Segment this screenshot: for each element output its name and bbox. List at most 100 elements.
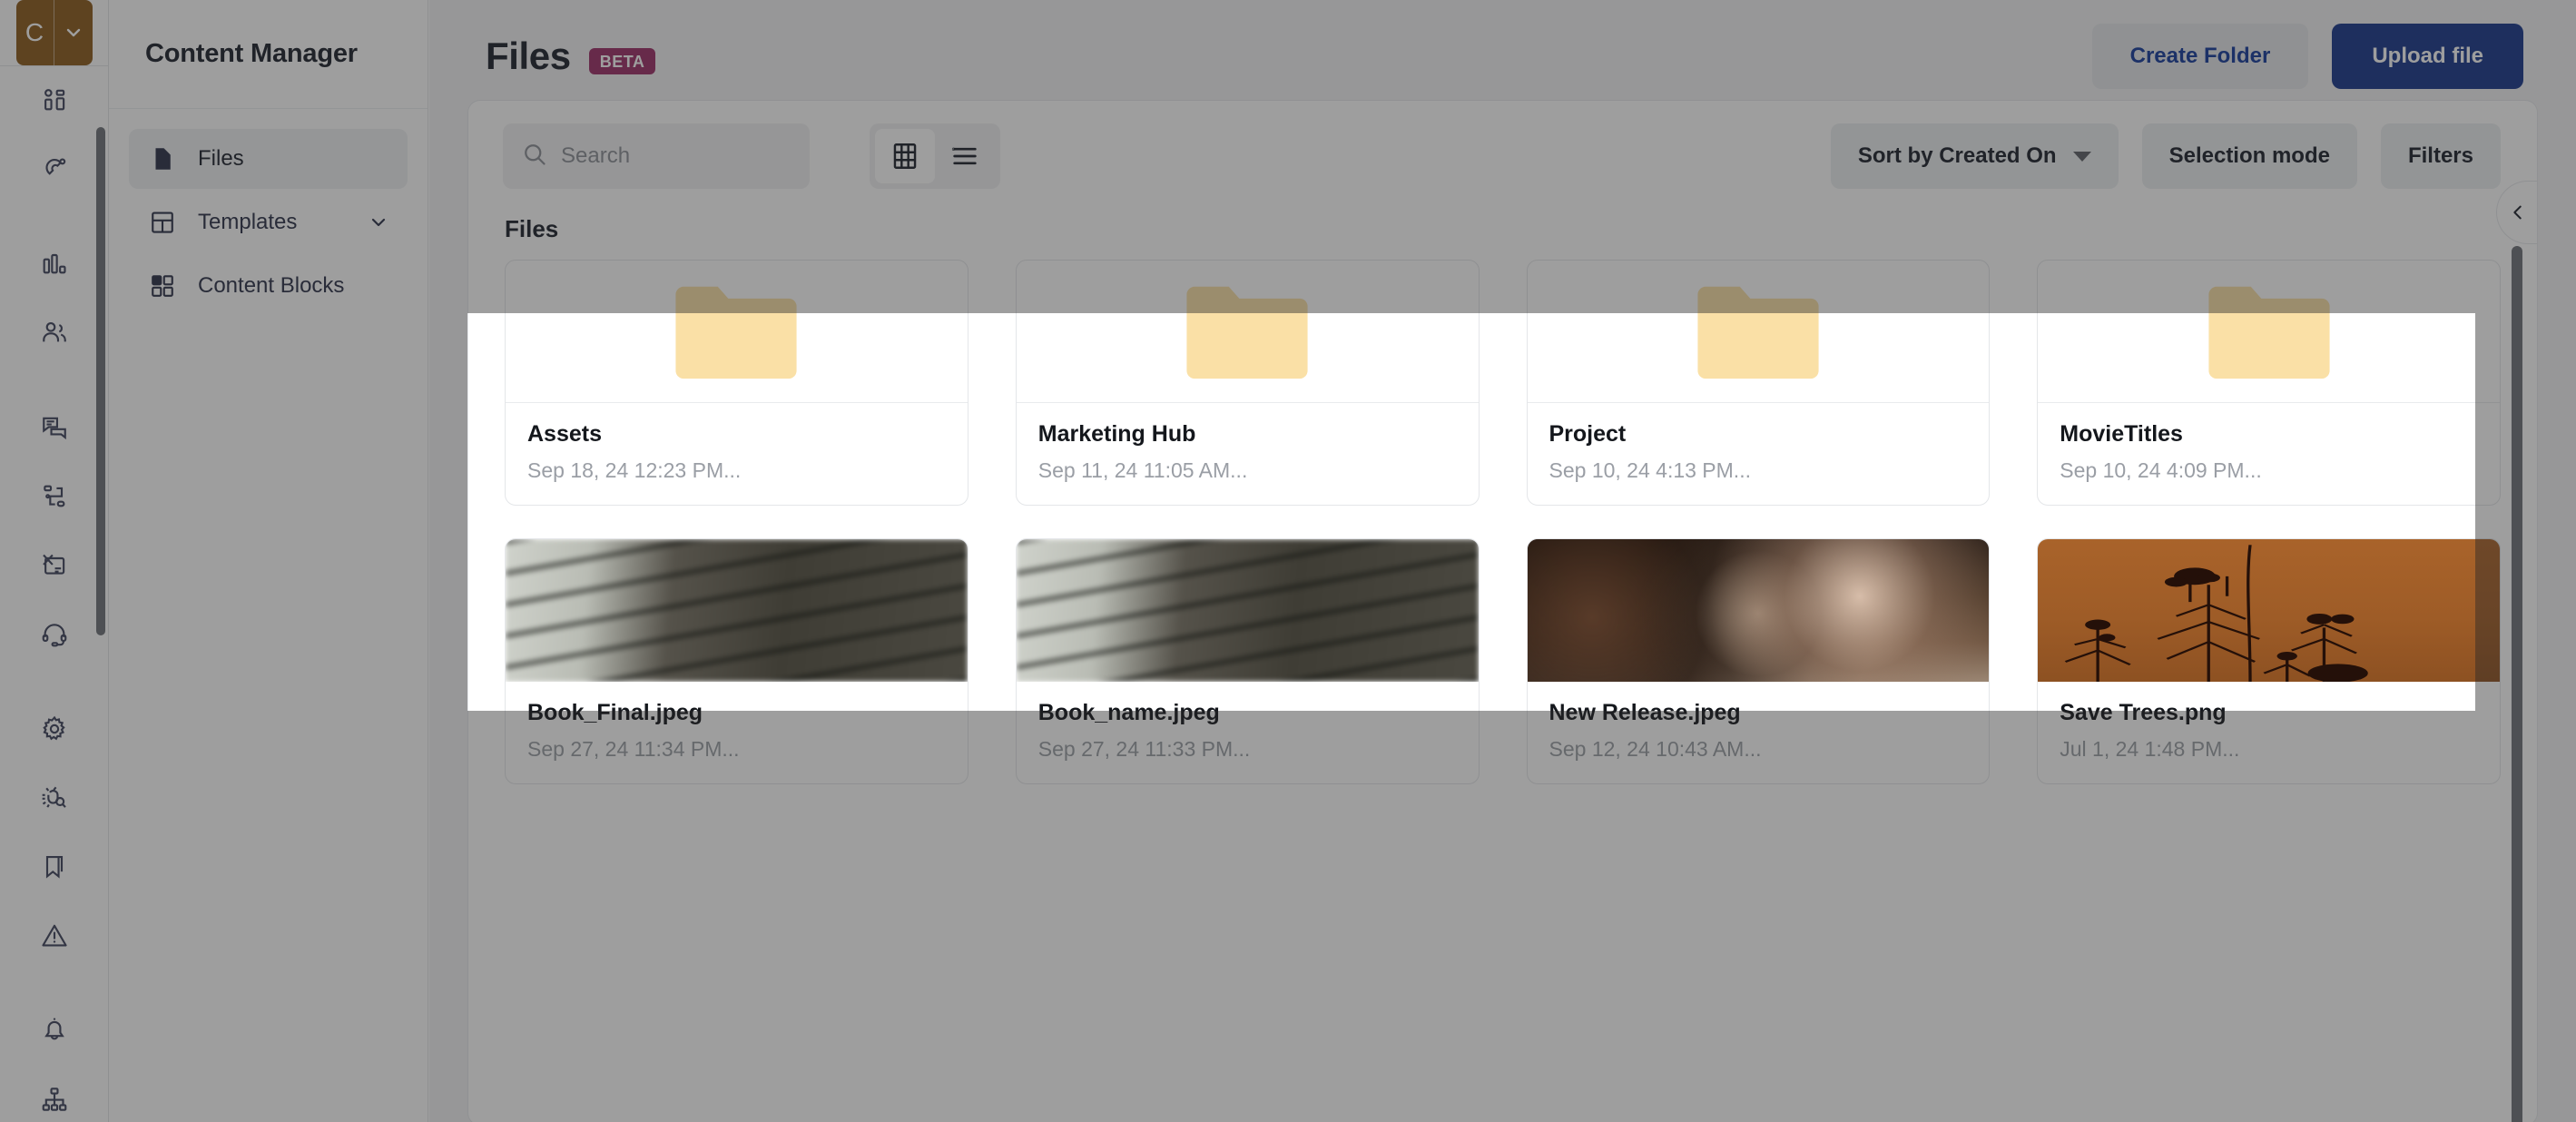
rail-scrollbar[interactable] xyxy=(96,127,105,1117)
audience-icon[interactable] xyxy=(25,304,84,362)
rail-scrollbar-thumb[interactable] xyxy=(96,127,105,635)
grid-view-icon[interactable] xyxy=(875,129,935,183)
file-meta: Book_name.jpeg Sep 27, 24 11:33 PM... xyxy=(1017,682,1479,783)
search-input[interactable] xyxy=(561,143,791,169)
sidebar: Content Manager Files Templates Content … xyxy=(109,0,428,1122)
file-meta: Book_Final.jpeg Sep 27, 24 11:34 PM... xyxy=(506,682,968,783)
sidebar-item-label: Templates xyxy=(198,210,298,234)
sidebar-nav: Files Templates Content Blocks xyxy=(109,109,428,316)
thumbnail-image xyxy=(1016,539,1479,682)
folder-icon xyxy=(675,286,797,379)
filters-button[interactable]: Filters xyxy=(2380,123,2501,189)
sidebar-item-files[interactable]: Files xyxy=(129,129,408,189)
selection-mode-button[interactable]: Selection mode xyxy=(2141,123,2357,189)
file-tile[interactable]: Book_name.jpeg Sep 27, 24 11:33 PM... xyxy=(1015,538,1480,784)
folder-icon xyxy=(1186,286,1308,379)
alert-icon[interactable] xyxy=(25,907,84,965)
file-tile[interactable]: New Release.jpeg Sep 12, 24 10:43 AM... xyxy=(1526,538,1991,784)
folder-tile[interactable]: Project Sep 10, 24 4:13 PM... xyxy=(1526,260,1991,506)
brand-logo-wrap: C xyxy=(0,0,109,66)
file-name: Book_name.jpeg xyxy=(1037,700,1220,725)
flower-silhouette xyxy=(2064,545,2368,682)
support-icon[interactable] xyxy=(25,605,84,664)
file-thumbnail xyxy=(1016,539,1479,682)
sort-dropdown[interactable]: Sort by Created On xyxy=(1830,123,2119,189)
folder-tile[interactable]: Marketing Hub Sep 11, 24 11:05 AM... xyxy=(1015,260,1480,506)
chevron-down-icon[interactable] xyxy=(54,0,93,65)
folder-icon xyxy=(1697,286,1819,379)
folder-date: Sep 18, 24 12:23 PM... xyxy=(527,458,742,482)
search-box[interactable] xyxy=(503,123,810,189)
list-view-icon[interactable] xyxy=(935,129,995,183)
folder-thumbnail xyxy=(1527,261,1990,403)
rail-group-3 xyxy=(0,393,108,669)
chevron-down-icon[interactable] xyxy=(368,212,389,233)
content-blocks-icon xyxy=(147,271,178,301)
file-tile[interactable]: Book_Final.jpeg Sep 27, 24 11:34 PM... xyxy=(505,538,968,784)
folder-thumbnail xyxy=(1016,261,1479,403)
file-thumbnail xyxy=(1527,539,1990,682)
folder-icon xyxy=(2208,286,2330,379)
files-scrollbar[interactable] xyxy=(2512,246,2522,1122)
section-heading: Files xyxy=(505,215,559,242)
folder-name: Assets xyxy=(527,421,602,447)
sort-dropdown-label: Sort by Created On xyxy=(1857,143,2057,168)
sidebar-item-content-blocks[interactable]: Content Blocks xyxy=(129,256,408,316)
upload-file-button[interactable]: Upload file xyxy=(2332,24,2523,89)
file-date: Jul 1, 24 1:48 PM... xyxy=(2060,737,2240,761)
brand-logo[interactable]: C xyxy=(15,0,93,65)
file-name: Book_Final.jpeg xyxy=(527,700,703,725)
icon-rail: C xyxy=(0,0,109,1122)
app-root: C Content Manager Files Templates Conten… xyxy=(0,0,2576,1122)
file-icon xyxy=(147,143,178,174)
rail-group-1 xyxy=(0,66,108,204)
dashboard-icon[interactable] xyxy=(25,72,84,130)
hierarchy-icon[interactable] xyxy=(25,1070,84,1122)
brand-logo-letter: C xyxy=(16,0,54,65)
main-content: Files BETA Create Folder Upload file Sea… xyxy=(429,0,2576,1122)
rail-group-4 xyxy=(0,694,108,970)
file-tile[interactable]: Save Trees.png Jul 1, 24 1:48 PM... xyxy=(2037,538,2501,784)
folder-name: MovieTitles xyxy=(2060,421,2183,447)
folder-tile[interactable]: Assets Sep 18, 24 12:23 PM... xyxy=(505,260,968,506)
folder-date: Sep 11, 24 11:05 AM... xyxy=(1037,458,1248,482)
chat-icon[interactable] xyxy=(25,399,84,457)
bookmark-icon[interactable] xyxy=(25,838,84,896)
folder-name: Marketing Hub xyxy=(1037,421,1196,447)
campaign-icon[interactable] xyxy=(25,536,84,595)
magnet-icon[interactable] xyxy=(25,141,84,199)
folder-thumbnail xyxy=(506,261,968,403)
folder-tile[interactable]: MovieTitles Sep 10, 24 4:09 PM... xyxy=(2037,260,2501,506)
folder-thumbnail xyxy=(2038,261,2500,403)
sidebar-item-templates[interactable]: Templates xyxy=(129,192,408,252)
gear-icon[interactable] xyxy=(25,700,84,758)
files-scrollbar-thumb[interactable] xyxy=(2512,246,2522,1122)
bar-chart-icon[interactable] xyxy=(25,235,84,293)
file-name: Save Trees.png xyxy=(2060,700,2227,725)
folder-name: Project xyxy=(1549,421,1627,447)
sidebar-item-label: Files xyxy=(198,146,244,171)
sidebar-header: Content Manager xyxy=(109,0,428,109)
file-name: New Release.jpeg xyxy=(1549,700,1741,725)
file-date: Sep 12, 24 10:43 AM... xyxy=(1549,737,1762,761)
file-thumbnail xyxy=(2038,539,2500,682)
debug-icon[interactable] xyxy=(25,769,84,827)
thumbnail-image xyxy=(506,539,968,682)
folder-meta: Marketing Hub Sep 11, 24 11:05 AM... xyxy=(1017,403,1479,505)
folders-grid: Assets Sep 18, 24 12:23 PM... Marketing … xyxy=(468,260,2537,538)
status-badge: BETA xyxy=(588,47,656,74)
files-toolbar: Sort by Created On Selection mode Filter… xyxy=(468,101,2537,212)
search-icon xyxy=(521,141,548,172)
file-date: Sep 27, 24 11:34 PM... xyxy=(527,737,740,761)
files-panel: Sort by Created On Selection mode Filter… xyxy=(467,100,2538,1122)
folder-meta: Project Sep 10, 24 4:13 PM... xyxy=(1528,403,1990,505)
file-meta: Save Trees.png Jul 1, 24 1:48 PM... xyxy=(2038,682,2500,783)
create-folder-button[interactable]: Create Folder xyxy=(2091,24,2309,89)
file-thumbnail xyxy=(506,539,968,682)
view-toggle xyxy=(870,123,1000,189)
thumbnail-image xyxy=(2038,539,2500,682)
journey-icon[interactable] xyxy=(25,468,84,526)
page-title: Files xyxy=(486,34,571,77)
bell-icon[interactable] xyxy=(25,1001,84,1059)
rail-group-5 xyxy=(0,996,108,1122)
